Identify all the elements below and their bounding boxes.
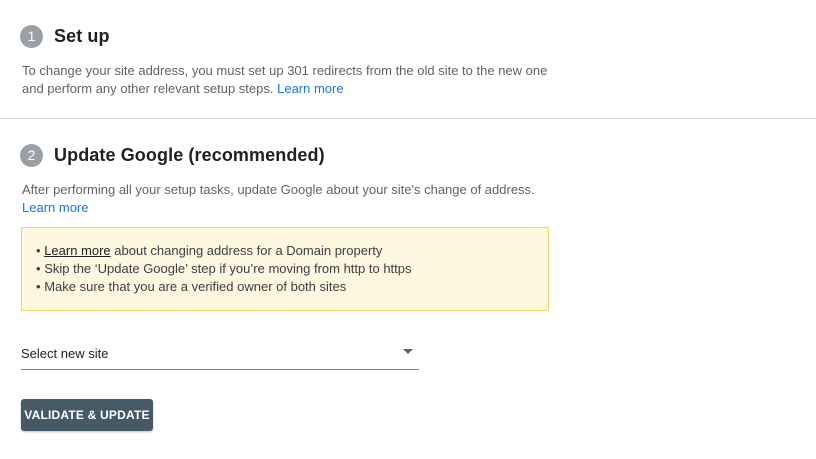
step-1-description: To change your site address, you must se… — [22, 62, 552, 98]
new-site-select-label: Select new site — [21, 346, 109, 361]
new-site-select[interactable]: Select new site — [21, 340, 419, 370]
step-2-description: After performing all your setup tasks, u… — [22, 181, 567, 217]
notice-learn-more-link[interactable]: Learn more — [44, 243, 110, 258]
notice-item-1-text: about changing address for a Domain prop… — [110, 243, 383, 258]
step-1-title: Set up — [54, 26, 110, 46]
notice-item-2-text: Skip the ‘Update Google’ step if you’re … — [44, 261, 412, 276]
bullet-icon: • — [36, 261, 41, 276]
notice-item-2: • Skip the ‘Update Google’ step if you’r… — [36, 260, 548, 278]
bullet-icon: • — [36, 243, 41, 258]
info-notice-box: • Learn more about changing address for … — [21, 227, 549, 311]
step-2-learn-more-link[interactable]: Learn more — [22, 200, 88, 215]
validate-and-update-button[interactable]: VALIDATE & UPDATE — [21, 399, 153, 431]
step-2-number-badge: 2 — [20, 144, 43, 167]
step-1-number-badge: 1 — [20, 25, 43, 48]
step-1-header: 1 Set up — [20, 25, 110, 48]
step-2-title: Update Google (recommended) — [54, 145, 325, 165]
notice-item-3-text: Make sure that you are a verified owner … — [44, 279, 347, 294]
step-1-learn-more-link[interactable]: Learn more — [277, 81, 343, 96]
step-2-description-text: After performing all your setup tasks, u… — [22, 182, 535, 197]
dropdown-caret-icon — [403, 349, 413, 354]
bullet-icon: • — [36, 279, 41, 294]
step-2-header: 2 Update Google (recommended) — [20, 144, 325, 167]
notice-item-3: • Make sure that you are a verified owne… — [36, 278, 548, 296]
notice-item-1: • Learn more about changing address for … — [36, 242, 548, 260]
section-divider — [0, 118, 816, 119]
change-of-address-page: 1 Set up To change your site address, yo… — [0, 0, 816, 459]
